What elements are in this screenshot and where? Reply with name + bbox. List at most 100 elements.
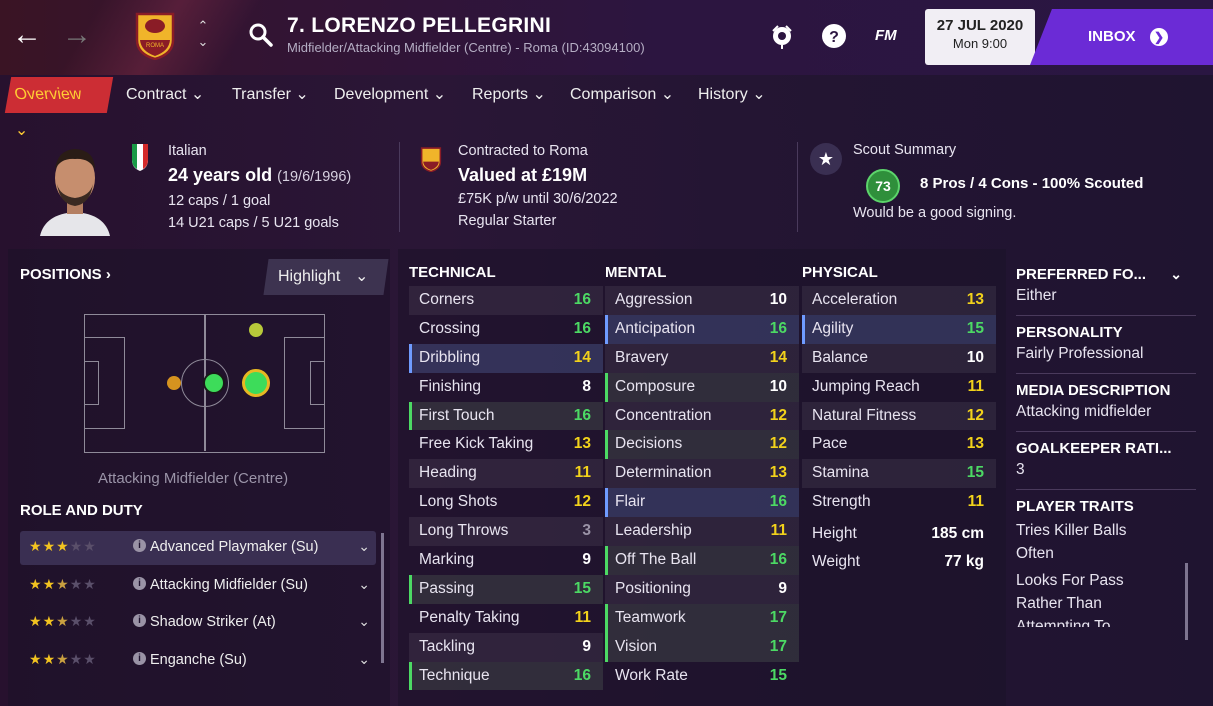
contracted-to: Contracted to Roma	[458, 143, 588, 159]
attribute-row[interactable]: Off The Ball 16	[605, 546, 799, 575]
info-icon[interactable]: i	[133, 651, 146, 665]
club-crest-icon[interactable]: ROMA	[134, 10, 176, 60]
attribute-row[interactable]: Composure 10	[605, 372, 799, 402]
attribute-row[interactable]: Concentration 12	[605, 401, 799, 431]
position-pitch	[84, 314, 325, 453]
attribute-row[interactable]: Long Throws 3	[409, 517, 603, 547]
attribute-row[interactable]: Passing 15	[409, 574, 603, 604]
role-row[interactable]: ★★★★★ i Advanced Playmaker (Su) ⌄	[20, 531, 376, 565]
attribute-row[interactable]: Dribbling 14	[409, 343, 603, 373]
inbox-button[interactable]: INBOX ❯	[1030, 9, 1213, 65]
roles-scrollbar[interactable]	[381, 533, 384, 663]
attribute-value: 9	[778, 579, 787, 597]
attribute-row[interactable]: Technique 16	[409, 661, 603, 691]
attribute-row[interactable]: Natural Fitness 12	[802, 401, 996, 431]
attribute-row[interactable]: First Touch 16	[409, 401, 603, 431]
attribute-name: Vision	[615, 637, 657, 655]
attribute-row[interactable]: Anticipation 16	[605, 314, 799, 344]
technical-column: TECHNICAL Corners 16 Crossing 16 Dribbling 14…	[409, 260, 603, 691]
attribute-value: 15	[966, 319, 984, 337]
back-arrow-icon[interactable]: ←	[12, 20, 42, 50]
tab-history[interactable]: History ⌄	[698, 77, 766, 113]
forward-arrow-icon[interactable]: →	[62, 20, 92, 50]
tab-reports[interactable]: Reports ⌄	[472, 77, 546, 113]
chevron-down-icon[interactable]: ⌄	[358, 538, 370, 555]
attribute-row[interactable]: Leadership 11	[605, 517, 799, 547]
crest-text: ROMA	[146, 43, 164, 49]
info-icon[interactable]: i	[133, 576, 146, 590]
attribute-value: 11	[574, 464, 591, 482]
preferred-foot-title[interactable]: PREFERRED FO... ⌄	[1016, 266, 1196, 283]
info-icon[interactable]: i	[133, 539, 146, 552]
player-name: 7. LORENZO PELLEGRINI	[287, 14, 552, 37]
attribute-row[interactable]: Heading 11	[409, 459, 603, 489]
search-icon[interactable]	[248, 22, 274, 48]
scout-rating-badge[interactable]: 73	[866, 169, 900, 203]
attribute-name: Decisions	[615, 435, 683, 453]
attribute-row[interactable]: Decisions 12	[605, 430, 799, 460]
attribute-row[interactable]: Flair 16	[605, 488, 799, 518]
role-rating-stars: ★★★★★	[29, 538, 97, 554]
attribute-value: 10	[966, 348, 984, 366]
attribute-row[interactable]: Teamwork 17	[605, 603, 799, 633]
attribute-name: Jumping Reach	[812, 377, 920, 395]
continue-arrow-icon: ❯	[1150, 28, 1168, 46]
chevron-down-icon[interactable]: ⌄	[358, 576, 370, 593]
attribute-row[interactable]: Finishing 8	[409, 373, 603, 402]
attribute-row[interactable]: Balance 10	[802, 343, 996, 373]
attribute-row[interactable]: Vision 17	[605, 632, 799, 662]
info-icon[interactable]: i	[133, 614, 146, 627]
tab-contract[interactable]: Contract ⌄	[126, 77, 204, 113]
club-switch-icon[interactable]: ⌃ ⌄	[196, 18, 210, 50]
attribute-row[interactable]: Corners 16	[409, 286, 603, 315]
attribute-row[interactable]: Agility 15	[802, 314, 996, 344]
attribute-value: 16	[573, 291, 591, 308]
attribute-value: 17	[769, 608, 787, 626]
traits-scrollbar[interactable]	[1185, 563, 1188, 640]
chevron-down-icon[interactable]: ⌄	[358, 651, 370, 668]
attribute-row[interactable]: Penalty Taking 11	[409, 604, 603, 633]
attribute-name: Pace	[812, 435, 848, 453]
tab-label: Transfer	[232, 86, 291, 103]
date-box[interactable]: 27 JUL 2020 Mon 9:00	[925, 9, 1035, 65]
attribute-name: Natural Fitness	[812, 406, 917, 424]
attribute-row[interactable]: Bravery 14	[605, 343, 799, 373]
attribute-row[interactable]: Free Kick Taking 13	[409, 430, 603, 459]
attribute-row[interactable]: Acceleration 13	[802, 286, 996, 315]
tab-overview[interactable]: Overview ⌄	[4, 77, 114, 139]
attribute-row[interactable]: Crossing 16	[409, 315, 603, 344]
physical-title: PHYSICAL	[802, 264, 878, 281]
attribute-row[interactable]: Marking 9	[409, 546, 603, 575]
attribute-row[interactable]: Determination 13	[605, 459, 799, 489]
player-subtitle: Midfielder/Attacking Midfielder (Centre)…	[287, 40, 645, 55]
attribute-row[interactable]: Strength 11	[802, 488, 996, 517]
attribute-value: 11	[967, 377, 984, 395]
attribute-row[interactable]: Aggression 10	[605, 286, 799, 315]
chevron-down-icon[interactable]: ⌄	[358, 613, 370, 630]
tab-development[interactable]: Development ⌄	[334, 77, 446, 113]
nationality: Italian	[168, 143, 207, 159]
positions-title[interactable]: POSITIONS ›	[20, 266, 111, 283]
help-icon[interactable]: ?	[821, 23, 847, 49]
fm-menu-button[interactable]: FM	[875, 27, 897, 44]
attribute-row[interactable]: Positioning 9	[605, 574, 799, 604]
highlight-dropdown[interactable]: Highlight ⌄	[263, 259, 389, 295]
height-label: Height	[812, 525, 857, 543]
attribute-row[interactable]: Long Shots 12	[409, 488, 603, 517]
attribute-row[interactable]: Stamina 15	[802, 459, 996, 489]
role-row[interactable]: ★★★★★ i Shadow Striker (At) ⌄	[20, 606, 376, 640]
tab-transfer[interactable]: Transfer ⌄	[232, 77, 309, 113]
role-row[interactable]: ★★★★★ i Enganche (Su) ⌄	[20, 644, 376, 678]
tab-comparison[interactable]: Comparison ⌄	[570, 77, 674, 113]
positions-title-label: POSITIONS	[20, 266, 102, 283]
attribute-value: 15	[966, 464, 984, 482]
italy-flag-icon	[132, 144, 148, 171]
role-row[interactable]: ★★★★★ i Attacking Midfielder (Su) ⌄	[20, 569, 376, 603]
attribute-row[interactable]: Tackling 9	[409, 632, 603, 662]
attribute-row[interactable]: Jumping Reach 11	[802, 373, 996, 402]
social-feed-icon[interactable]	[769, 23, 795, 49]
attribute-row[interactable]: Pace 13	[802, 430, 996, 459]
attribute-row[interactable]: Work Rate 15	[605, 662, 799, 691]
tab-label: History	[698, 86, 748, 103]
attribute-value: 9	[582, 551, 591, 569]
